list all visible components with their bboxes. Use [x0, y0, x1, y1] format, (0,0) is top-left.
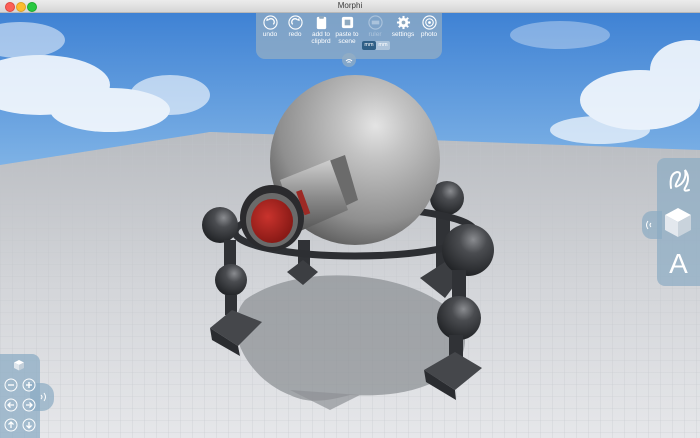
- ruler-button[interactable]: ruler: [361, 13, 389, 38]
- paste-to-scene-button[interactable]: paste to scene: [333, 13, 361, 45]
- redo-button[interactable]: redo: [281, 13, 309, 38]
- gear-icon: [396, 15, 410, 30]
- wifi-handle-icon: [345, 59, 353, 63]
- arrow-right-icon: [22, 398, 36, 412]
- text-tool-button[interactable]: A: [657, 244, 700, 284]
- ruler-label: ruler: [368, 31, 382, 38]
- pan-down-button[interactable]: [22, 418, 36, 432]
- unit-mm-active[interactable]: mm: [362, 41, 376, 50]
- arrow-up-icon: [4, 418, 18, 432]
- view-cube-icon: [14, 360, 24, 371]
- right-tool-panel: A: [657, 158, 700, 286]
- pan-left-button[interactable]: [4, 398, 18, 412]
- pan-right-button[interactable]: [22, 398, 36, 412]
- redo-label: redo: [288, 31, 302, 38]
- clipboard-label: add to clipbrd: [311, 31, 331, 45]
- pan-up-button[interactable]: [4, 418, 18, 432]
- unit-mm-other[interactable]: mm: [376, 41, 390, 50]
- minus-icon: [4, 378, 18, 392]
- undo-icon: [262, 15, 278, 30]
- paste-label: paste to scene: [335, 31, 359, 45]
- photo-label: photo: [420, 31, 438, 38]
- camera-shutter-icon: [421, 15, 437, 30]
- add-to-clipboard-button[interactable]: add to clipbrd: [307, 13, 335, 45]
- cube-icon: [665, 208, 691, 237]
- redo-icon: [287, 15, 303, 30]
- top-toolbar: undo redo add to clipbrd paste to scene …: [256, 13, 443, 67]
- unit-toggle[interactable]: mm mm: [362, 41, 390, 50]
- text-tool-label: A: [669, 248, 688, 279]
- toolbar-collapse-handle[interactable]: [342, 53, 356, 67]
- view-cube-button[interactable]: [12, 358, 26, 372]
- 3d-viewport[interactable]: [0, 13, 700, 438]
- window-title: Morphi: [337, 1, 363, 10]
- zoom-in-button[interactable]: [22, 378, 36, 392]
- ruler-icon: [367, 15, 383, 30]
- undo-label: undo: [262, 31, 278, 38]
- paste-icon: [341, 16, 353, 29]
- navigation-panel: [0, 354, 40, 438]
- undo-button[interactable]: undo: [256, 13, 284, 38]
- settings-button[interactable]: settings: [389, 13, 417, 38]
- sketch-tool-button[interactable]: [657, 160, 700, 200]
- clipboard-icon: [316, 15, 326, 30]
- settings-label: settings: [391, 31, 415, 38]
- arrow-down-icon: [22, 418, 36, 432]
- photo-button[interactable]: photo: [415, 13, 443, 38]
- window-titlebar: Morphi: [0, 0, 700, 13]
- sketch-squiggle-icon: [669, 169, 690, 192]
- arrow-left-icon: [4, 398, 18, 412]
- plus-icon: [22, 378, 36, 392]
- shape-tool-button[interactable]: [657, 202, 700, 242]
- zoom-out-button[interactable]: [4, 378, 18, 392]
